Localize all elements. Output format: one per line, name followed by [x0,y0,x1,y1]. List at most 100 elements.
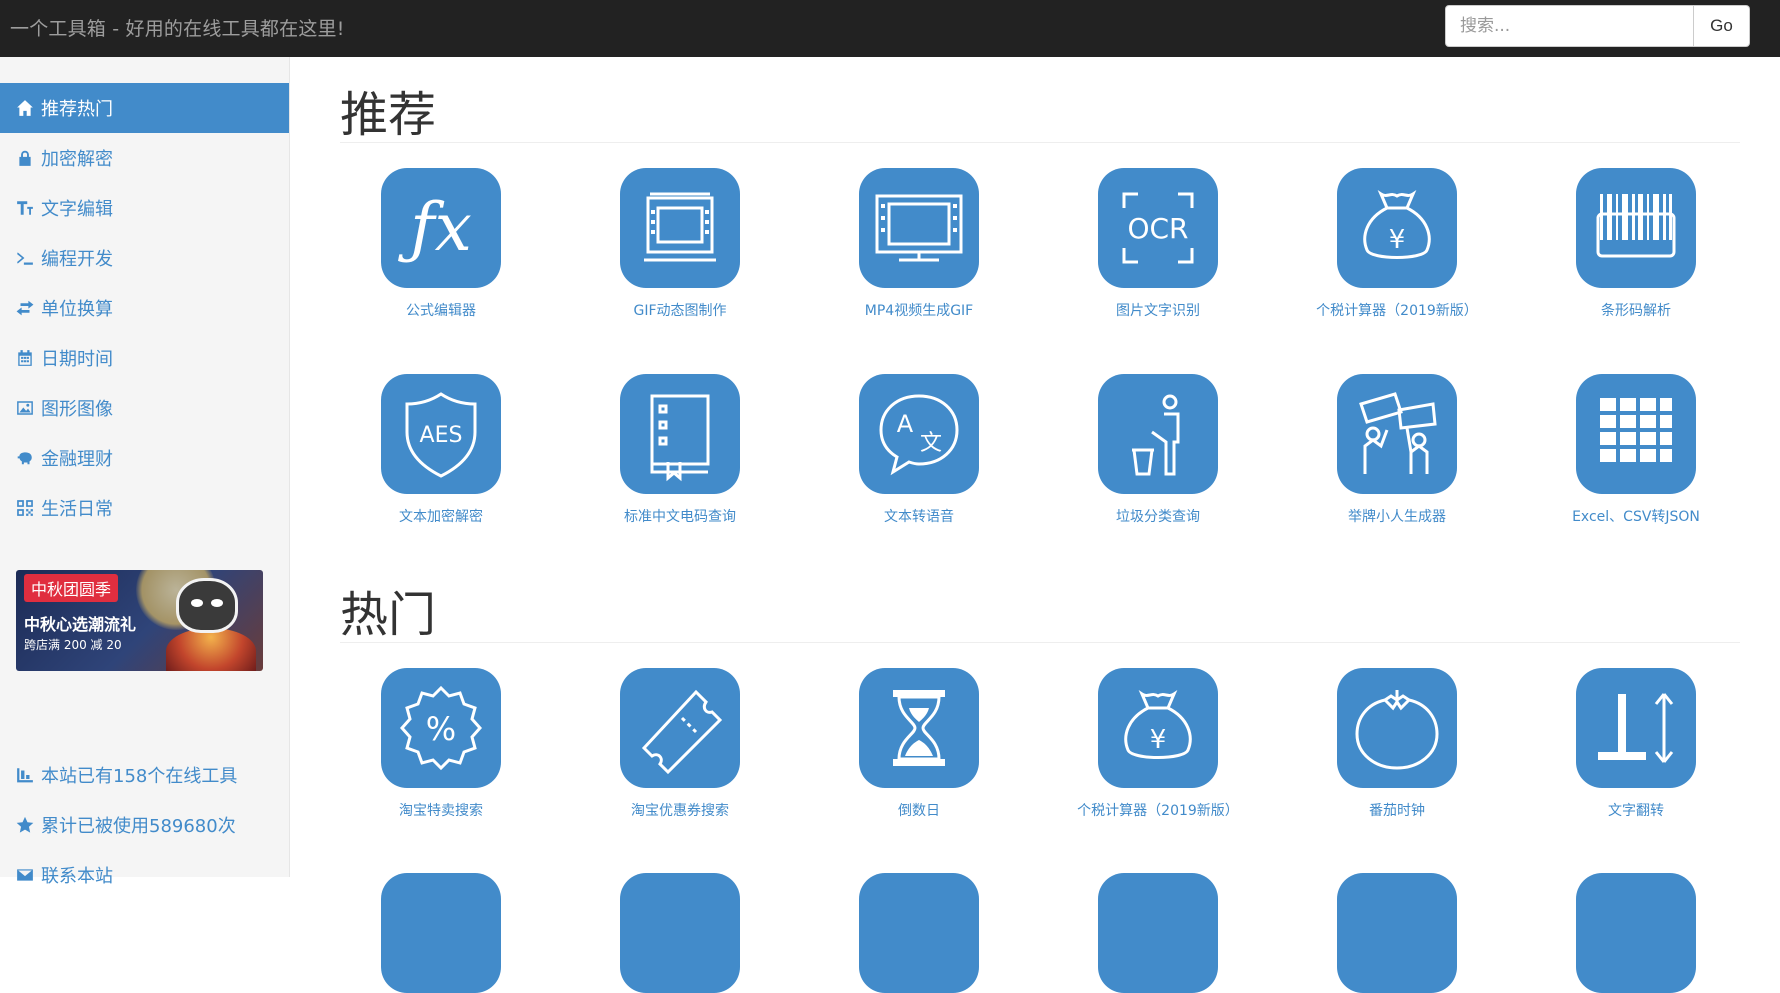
svg-text:ƒx: ƒx [397,189,472,266]
tool-mp4-to-gif[interactable]: MP4视频生成GIF [819,168,1019,320]
promo-subtitle: 跨店满 200 减 20 [24,638,122,652]
discount-badge-icon: % [381,668,501,788]
tool-tax-calculator-2[interactable]: ¥ 个税计算器（2019新版） [1058,668,1258,820]
svg-text:AES: AES [420,423,463,448]
section-title-recommended: 推荐 [340,87,437,143]
sidebar-item-date-time[interactable]: 日期时间 [0,333,289,383]
tool-gif-maker[interactable]: GIF动态图制作 [580,168,780,320]
tool-excel-csv-to-json[interactable]: Excel、CSV转JSON [1536,374,1736,526]
envelope-icon [16,866,34,884]
tool-pomodoro-timer[interactable]: 番茄时钟 [1297,668,1497,820]
tool-label: 淘宝特卖搜索 [399,803,483,819]
tomato-icon [1337,668,1457,788]
stat-label: 本站已有158个在线工具 [41,766,238,787]
svg-text:¥: ¥ [1150,725,1167,755]
svg-text:文: 文 [920,431,942,456]
svg-text:OCR: OCR [1127,212,1188,245]
tool-formula-editor[interactable]: ƒx 公式编辑器 [341,168,541,320]
spreadsheet-grid-icon [1576,374,1696,494]
sidebar-item-finance[interactable]: 金融理财 [0,433,289,483]
tool-tile-partial[interactable] [859,873,979,993]
tool-taobao-coupon-search[interactable]: 淘宝优惠券搜索 [580,668,780,820]
stat-label: 联系本站 [41,866,113,887]
promo-banner[interactable]: 中秋团圆季 中秋心选潮流礼 跨店满 200 减 20 [16,570,263,671]
stat-label: 累计已被使用589680次 [41,816,236,837]
tool-label: 淘宝优惠券搜索 [631,803,729,819]
sidebar-item-recommended[interactable]: 推荐热门 [0,83,289,133]
promo-tag: 中秋团圆季 [24,574,119,602]
site-title[interactable]: 一个工具箱 - 好用的在线工具都在这里! [10,14,345,41]
tool-label: 番茄时钟 [1369,803,1425,819]
tool-countdown-days[interactable]: 倒数日 [819,668,1019,820]
go-button[interactable]: Go [1694,5,1750,47]
tool-label: 公式编辑器 [406,303,476,319]
sidebar-item-label: 日期时间 [41,349,113,370]
section-title-popular: 热门 [340,587,437,643]
exchange-icon [16,299,34,317]
tool-label: MP4视频生成GIF [864,303,974,319]
sidebar-item-programming[interactable]: 编程开发 [0,233,289,283]
tool-tax-calculator[interactable]: ¥ 个税计算器（2019新版） [1297,168,1497,320]
tool-label: 标准中文电码查询 [624,509,736,525]
tool-label: Excel、CSV转JSON [1572,509,1700,525]
tmall-cat-mascot [176,578,238,633]
sidebar-item-text-edit[interactable]: 文字编辑 [0,183,289,233]
sidebar-item-graphics[interactable]: 图形图像 [0,383,289,433]
tool-label: 文字翻转 [1608,803,1664,819]
text-height-icon [16,199,34,217]
tool-tile-partial[interactable] [1576,873,1696,993]
svg-text:%: % [426,710,456,748]
tool-tile-partial[interactable] [620,873,740,993]
tool-chinese-telegraph-code[interactable]: 标准中文电码查询 [580,374,780,526]
tool-tile-partial[interactable] [1337,873,1457,993]
top-navbar: 一个工具箱 - 好用的在线工具都在这里! Go [0,0,1780,57]
stat-usage-count: 累计已被使用589680次 [0,800,289,850]
tool-label: 文本加密解密 [399,509,483,525]
tool-label: GIF动态图制作 [633,303,727,319]
tool-label: 倒数日 [898,803,940,819]
tool-label: 文本转语音 [884,509,954,525]
codebook-icon [620,374,740,494]
calendar-icon [16,349,34,367]
terminal-icon [16,249,34,267]
tool-text-flip[interactable]: 文字翻转 [1536,668,1736,820]
piggy-bank-icon [16,449,34,467]
text-flip-icon [1576,668,1696,788]
tool-garbage-sorting[interactable]: 垃圾分类查询 [1058,374,1258,526]
qrcode-icon [16,499,34,517]
picture-icon [16,399,34,417]
tool-label: 举牌小人生成器 [1348,509,1446,525]
sidebar-item-unit-conversion[interactable]: 单位换算 [0,283,289,333]
sign-holders-icon [1337,374,1457,494]
sidebar-item-daily-life[interactable]: 生活日常 [0,483,289,533]
function-fx-icon: ƒx [381,168,501,288]
tool-tile-partial[interactable] [381,873,501,993]
hourglass-icon [859,668,979,788]
promo-title: 中秋心选潮流礼 [24,615,137,634]
tool-label: 图片文字识别 [1116,303,1200,319]
tool-sign-holder-generator[interactable]: 举牌小人生成器 [1297,374,1497,526]
money-bag-yen-icon: ¥ [1337,168,1457,288]
tool-label: 条形码解析 [1601,303,1671,319]
star-icon [16,816,34,834]
tool-tile-partial[interactable] [1098,873,1218,993]
main-content: 推荐 ƒx 公式编辑器 GIF动态图制作 MP4视频生成GIF OCR 图片文字… [340,57,1740,993]
sidebar-item-label: 单位换算 [41,299,113,320]
sidebar-item-label: 加密解密 [41,149,113,170]
tool-barcode-parser[interactable]: 条形码解析 [1536,168,1736,320]
tool-label: 个税计算器（2019新版） [1077,803,1239,819]
tool-text-to-speech[interactable]: A文 文本转语音 [819,374,1019,526]
tool-ocr[interactable]: OCR 图片文字识别 [1058,168,1258,320]
search-input[interactable] [1445,5,1694,47]
food-bowl-image [166,628,256,671]
video-monitor-icon [859,168,979,288]
tool-taobao-sale-search[interactable]: % 淘宝特卖搜索 [341,668,541,820]
money-bag-yen-icon: ¥ [1098,668,1218,788]
search-form: Go [1445,5,1750,47]
sidebar-item-contact[interactable]: 联系本站 [0,850,289,900]
sidebar-item-encryption[interactable]: 加密解密 [0,133,289,183]
tool-label: 个税计算器（2019新版） [1316,303,1478,319]
coupon-ticket-icon [620,668,740,788]
tool-text-encryption[interactable]: AES 文本加密解密 [341,374,541,526]
translate-bubble-icon: A文 [859,374,979,494]
